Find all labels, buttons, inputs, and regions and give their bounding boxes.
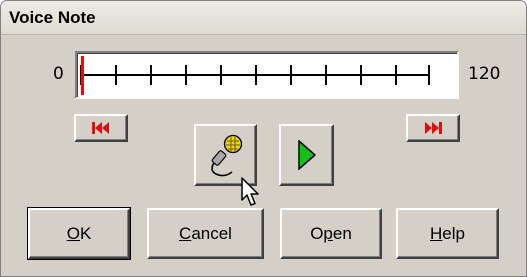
help-button[interactable]: Help bbox=[396, 208, 499, 259]
timeline-track[interactable] bbox=[75, 51, 459, 99]
playhead-marker[interactable] bbox=[81, 56, 84, 95]
microphone-icon bbox=[210, 134, 242, 177]
forward-button[interactable] bbox=[406, 114, 460, 142]
open-button[interactable]: Open bbox=[280, 208, 382, 259]
timeline-max-label: 120 bbox=[468, 64, 501, 84]
mouse-pointer-icon bbox=[241, 177, 259, 206]
voice-note-dialog: Voice Note 0 120 OK Cancel Open Help bbox=[0, 0, 527, 277]
play-button[interactable] bbox=[279, 124, 334, 186]
timeline-min-label: 0 bbox=[53, 64, 64, 84]
cancel-button-label: Cancel bbox=[179, 223, 232, 243]
help-button-label: Help bbox=[430, 223, 465, 243]
skip-to-end-icon bbox=[425, 122, 442, 134]
timeline-ruler bbox=[80, 56, 430, 95]
ok-button-label: OK bbox=[66, 223, 92, 243]
window-title: Voice Note bbox=[9, 8, 96, 27]
rewind-button[interactable] bbox=[74, 114, 128, 142]
ok-button[interactable]: OK bbox=[27, 207, 131, 260]
title-bar[interactable]: Voice Note bbox=[1, 1, 526, 35]
skip-to-start-icon bbox=[92, 122, 109, 134]
play-icon bbox=[297, 140, 316, 170]
open-button-label: Open bbox=[310, 223, 352, 243]
cancel-button[interactable]: Cancel bbox=[147, 208, 264, 259]
